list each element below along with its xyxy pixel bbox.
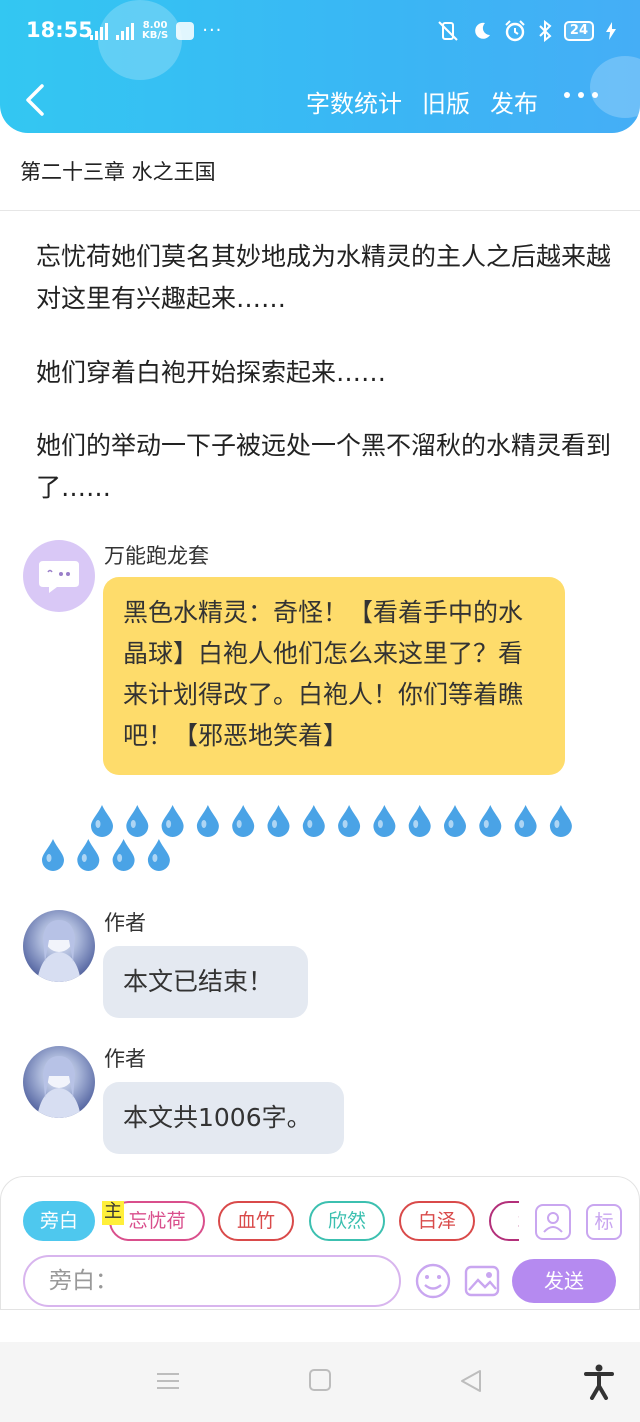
message-text: 本文共1006字。: [123, 1103, 312, 1132]
author-avatar-image: [37, 1056, 81, 1118]
water-drop-icon: [479, 805, 502, 837]
battery-level: 24: [569, 23, 588, 38]
compose-panel: 旁白 忘忧荷 主 血竹 欣然 白泽 水 标 旁白： 发送: [0, 1176, 640, 1310]
battery-icon: 24: [563, 21, 594, 41]
narration-paragraph[interactable]: 她们的举动一下子被远处一个黑不溜秋的水精灵看到了……: [36, 425, 616, 509]
tag-icon[interactable]: 标: [586, 1204, 622, 1240]
top-header: 18:55 8.00 KB/S ··· 24 字数统计 旧版 发布: [0, 0, 640, 133]
send-button[interactable]: 发送: [512, 1259, 616, 1303]
chip-character[interactable]: 欣然: [309, 1201, 385, 1241]
avatar[interactable]: [23, 540, 95, 612]
water-drop-icon: [112, 839, 135, 871]
water-drop-icon: [232, 805, 255, 837]
water-drop-icon: [267, 805, 290, 837]
water-drop-icon: [514, 805, 537, 837]
emoji-icon[interactable]: [414, 1262, 452, 1300]
chapter-title[interactable]: 第二十三章 水之王国: [20, 156, 216, 186]
narration-paragraph[interactable]: 忘忧荷她们莫名其妙地成为水精灵的主人之后越来越对这里有兴趣起来……: [36, 236, 616, 320]
water-drop-icon: [196, 805, 219, 837]
chip-narrator[interactable]: 旁白: [23, 1201, 95, 1241]
water-drop-icon: [444, 805, 466, 837]
publish-button[interactable]: 发布: [490, 84, 538, 119]
status-time: 18:55: [26, 18, 93, 42]
water-drop-icon: [549, 805, 572, 837]
net-speed: 8.00 KB/S: [142, 20, 169, 41]
word-count-button[interactable]: 字数统计: [306, 84, 402, 119]
water-drop-icon: [373, 805, 396, 837]
message-bubble[interactable]: 黑色水精灵：奇怪！【看着手中的水晶球】白袍人他们怎么来这里了？看来计划得改了。白…: [103, 577, 565, 775]
message-input[interactable]: 旁白：: [23, 1255, 401, 1307]
bluetooth-icon: [539, 20, 552, 42]
narration-paragraph[interactable]: 她们穿着白袍开始探索起来……: [36, 352, 616, 394]
accessibility-icon[interactable]: [584, 1364, 614, 1400]
avatar[interactable]: [23, 1046, 95, 1118]
message-bubble[interactable]: 本文共1006字。: [103, 1082, 344, 1154]
water-drops: [42, 805, 572, 871]
nav-actions: 字数统计 旧版 发布: [306, 84, 538, 119]
character-manage-icon[interactable]: [535, 1204, 571, 1240]
chat-novel-editor: 18:55 8.00 KB/S ··· 24 字数统计 旧版 发布 第二十三章 …: [0, 0, 640, 1422]
water-drop-icon: [42, 839, 64, 871]
status-bar: 18:55 8.00 KB/S ··· 24: [0, 14, 640, 50]
chip-character[interactable]: 水: [489, 1201, 519, 1241]
charging-icon: [606, 22, 616, 40]
signal-icon: [116, 22, 134, 40]
net-speed-unit: KB/S: [142, 29, 169, 41]
character-chips: 旁白 忘忧荷 主 血竹 欣然 白泽 水: [23, 1201, 519, 1245]
menu-icon[interactable]: [155, 1368, 181, 1394]
nav-bar: 字数统计 旧版 发布: [0, 76, 640, 126]
speaker-name: 作者: [104, 911, 146, 935]
message-text: 本文已结束！: [123, 967, 274, 996]
message-bubble[interactable]: 本文已结束！: [103, 946, 308, 1018]
app-notification-icon: [176, 21, 195, 40]
speaker-name: 万能跑龙套: [104, 544, 209, 568]
old-version-button[interactable]: 旧版: [422, 84, 470, 119]
back-nav-icon[interactable]: [458, 1368, 484, 1394]
water-drop-icon: [91, 805, 113, 837]
water-drop-icon: [147, 839, 170, 871]
status-right-icons: 24: [436, 20, 616, 42]
system-nav-bar: [0, 1342, 640, 1422]
image-icon[interactable]: [463, 1262, 501, 1300]
back-icon[interactable]: [22, 82, 52, 118]
alarm-icon: [505, 20, 525, 42]
home-icon[interactable]: [308, 1368, 332, 1392]
moon-icon: [475, 22, 490, 39]
author-avatar-image: [37, 920, 81, 982]
speaker-name: 作者: [104, 1047, 146, 1071]
water-drop-icon: [77, 839, 100, 871]
avatar[interactable]: [23, 910, 95, 982]
vibrate-icon: [438, 21, 458, 41]
more-options-icon[interactable]: [564, 90, 600, 100]
main-character-tag: 主: [102, 1201, 124, 1225]
more-notifications-icon: ···: [202, 20, 223, 41]
status-left-icons: 8.00 KB/S ···: [90, 20, 222, 41]
water-drop-icon: [408, 805, 431, 837]
signal-icon: [90, 22, 108, 40]
water-drop-icon: [126, 805, 149, 837]
water-drop-icon: [338, 805, 361, 837]
chat-bubble-icon: [39, 561, 79, 593]
chip-character[interactable]: 白泽: [399, 1201, 475, 1241]
water-drop-icon: [161, 805, 184, 837]
chip-character[interactable]: 血竹: [218, 1201, 294, 1241]
divider: [0, 210, 640, 211]
water-drop-icon: [302, 805, 325, 837]
message-text: 黑色水精灵：奇怪！【看着手中的水晶球】白袍人他们怎么来这里了？看来计划得改了。白…: [123, 598, 524, 750]
